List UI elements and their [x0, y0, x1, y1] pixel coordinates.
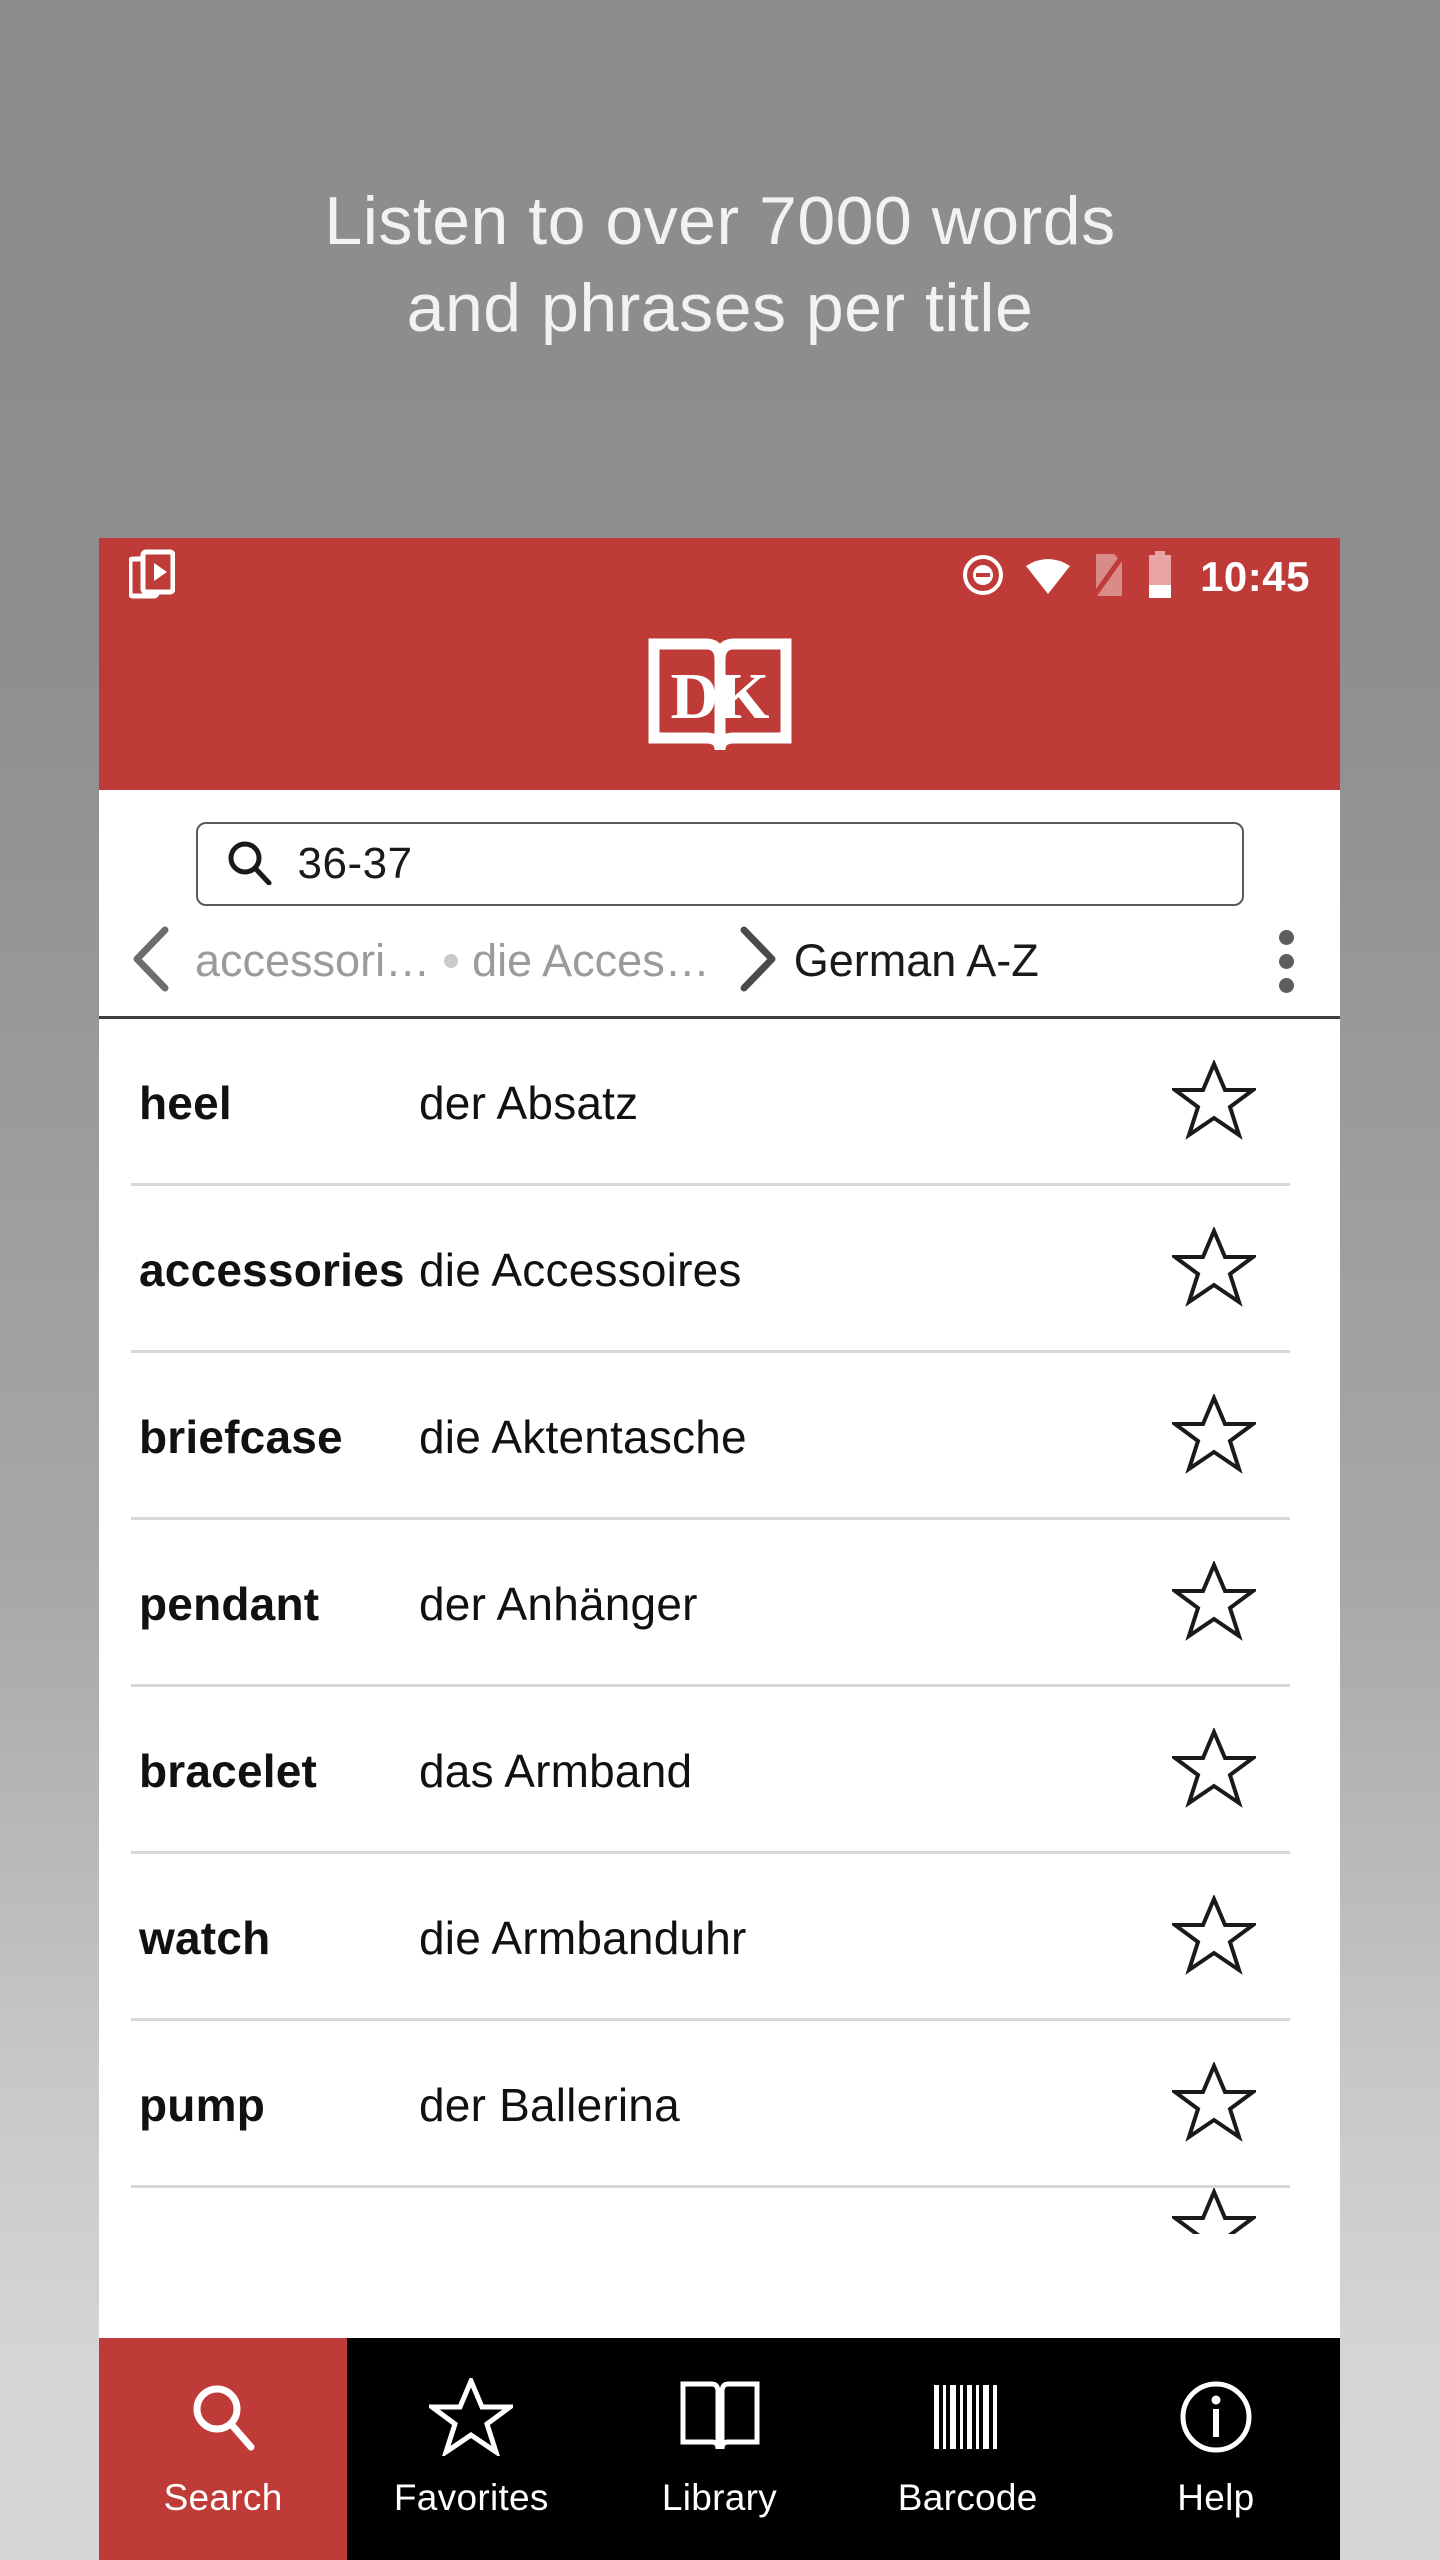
favorite-star-icon[interactable]: [1168, 1225, 1260, 1312]
nav-item-library[interactable]: Library: [595, 2338, 843, 2560]
word-term: pendant: [139, 1577, 320, 1630]
table-row[interactable]: bracelet das Armband: [99, 1687, 1340, 1854]
app-header: DK: [99, 616, 1340, 790]
battery-icon: [1146, 550, 1174, 604]
word-list[interactable]: heel der Absatz accessories die Accessoi…: [99, 1019, 1340, 2234]
word-translation: die Armbanduhr: [419, 1911, 747, 1964]
promo-line-1: Listen to over 7000 words: [324, 183, 1116, 259]
nav-label-barcode: Barcode: [897, 2477, 1038, 2518]
search-section: 36-37 accessori… die Acces… German A-Z: [99, 790, 1340, 1019]
promo-line-2: and phrases per title: [406, 270, 1034, 347]
word-translation: die Accessoires: [419, 1243, 742, 1296]
word-translation: das Armband: [419, 1744, 693, 1797]
favorite-star-icon[interactable]: [1168, 1559, 1260, 1646]
nav-item-barcode[interactable]: Barcode: [844, 2338, 1092, 2560]
word-term: heel: [139, 1076, 232, 1129]
word-term: bracelet: [139, 1744, 318, 1797]
table-row[interactable]: watch die Armbanduhr: [99, 1854, 1340, 2021]
info-icon: [1178, 2379, 1254, 2455]
word-term: pump: [139, 2078, 265, 2131]
dk-book-logo: DK: [648, 638, 792, 769]
word-translation: der Anhänger: [419, 1577, 698, 1630]
bottom-navigation: Search Favorites Library Barcode Help: [99, 2338, 1340, 2560]
kebab-dot: [1279, 953, 1294, 969]
kebab-dot: [1279, 929, 1294, 945]
search-input-value: 36-37: [297, 839, 413, 888]
word-term: watch: [139, 1911, 271, 1964]
search-input[interactable]: 36-37: [195, 822, 1244, 906]
chevron-right-icon[interactable]: [728, 924, 782, 999]
table-row[interactable]: briefcase die Aktentasche: [99, 1353, 1340, 1520]
nav-label-help: Help: [1177, 2477, 1255, 2518]
more-vertical-icon[interactable]: [1279, 929, 1294, 993]
breadcrumb-separator-dot: [444, 954, 459, 968]
nav-label-favorites: Favorites: [393, 2477, 549, 2518]
book-icon: [678, 2379, 762, 2455]
favorite-star-icon[interactable]: [1168, 1392, 1260, 1479]
table-row[interactable]: pump der Ballerina: [99, 2021, 1340, 2188]
star-icon: [429, 2378, 514, 2456]
favorite-star-icon[interactable]: [1168, 2060, 1260, 2147]
table-row[interactable]: heel der Absatz: [99, 1019, 1340, 1186]
nav-label-search: Search: [163, 2477, 283, 2518]
phone-screen: 10:45 DK 36-37 accessori… die Acces… Ger…: [99, 538, 1340, 2560]
search-icon: [188, 2379, 258, 2455]
kebab-dot: [1279, 977, 1294, 993]
status-bar: 10:45: [99, 538, 1340, 616]
svg-text:DK: DK: [670, 660, 769, 733]
word-term: accessories: [139, 1243, 405, 1296]
search-icon: [226, 839, 272, 890]
nav-item-help[interactable]: Help: [1092, 2338, 1340, 2560]
favorite-star-icon[interactable]: [1168, 1058, 1260, 1145]
barcode-icon: [930, 2379, 1006, 2455]
play-store-icon: [127, 549, 176, 606]
word-translation: die Aktentasche: [419, 1410, 747, 1463]
nav-item-favorites[interactable]: Favorites: [347, 2338, 595, 2560]
breadcrumb-previous-german[interactable]: die Acces…: [472, 935, 710, 987]
breadcrumb: accessori… die Acces… German A-Z: [99, 906, 1340, 1016]
nav-label-library: Library: [661, 2477, 778, 2518]
nav-item-search[interactable]: Search: [99, 2338, 348, 2560]
breadcrumb-current[interactable]: German A-Z: [794, 935, 1039, 987]
chevron-left-icon[interactable]: [125, 924, 179, 999]
word-term: briefcase: [139, 1410, 343, 1463]
favorite-star-icon[interactable]: [1168, 1893, 1260, 1980]
no-sim-icon: [1092, 552, 1127, 603]
favorite-star-icon[interactable]: [1168, 2188, 1260, 2234]
wifi-icon: [1024, 554, 1072, 601]
table-row-partial[interactable]: [99, 2188, 1340, 2234]
do-not-disturb-icon: [962, 554, 1004, 601]
word-translation: der Absatz: [419, 1076, 639, 1129]
status-bar-time: 10:45: [1200, 553, 1310, 600]
breadcrumb-previous-english[interactable]: accessori…: [195, 935, 430, 987]
promo-headline: Listen to over 7000 words and phrases pe…: [0, 178, 1440, 352]
table-row[interactable]: accessories die Accessoires: [99, 1186, 1340, 1353]
table-row[interactable]: pendant der Anhänger: [99, 1520, 1340, 1687]
favorite-star-icon[interactable]: [1168, 1726, 1260, 1813]
word-translation: der Ballerina: [419, 2078, 680, 2131]
